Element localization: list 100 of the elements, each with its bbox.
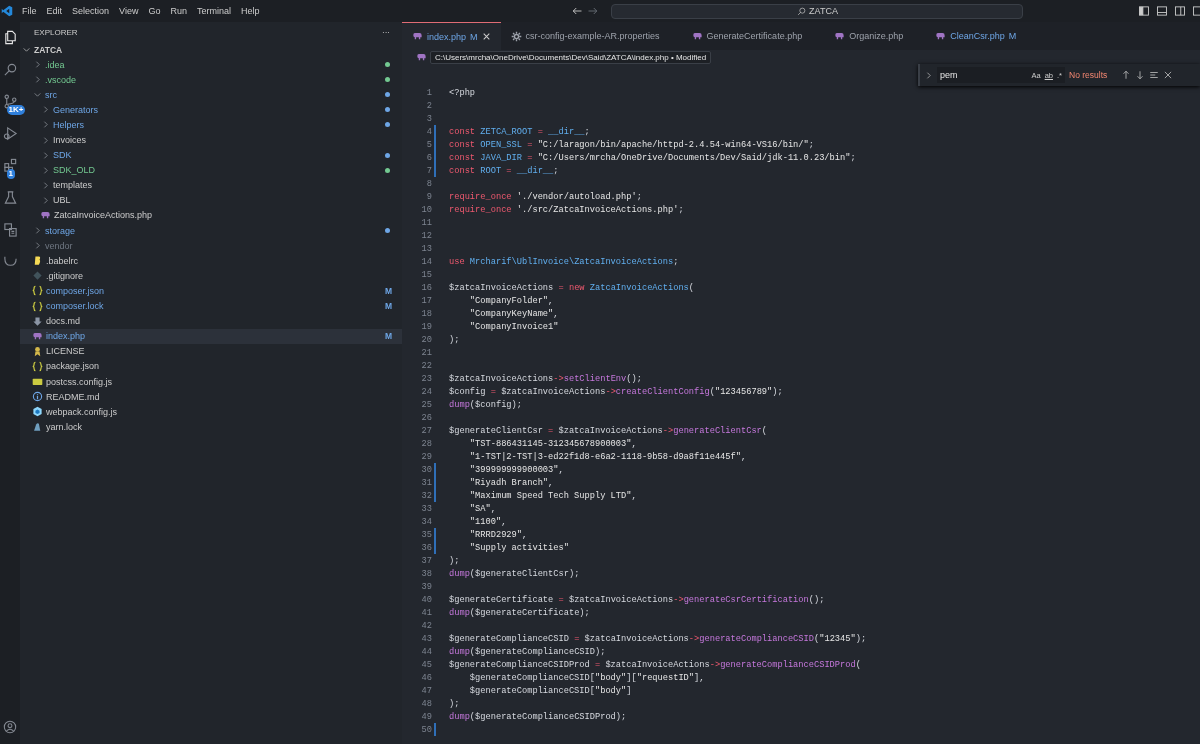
menu-item[interactable]: File [17,6,42,16]
close-icon[interactable] [1163,70,1174,80]
folder-name[interactable]: Generators [53,104,99,115]
line-number: 2 [425,100,432,111]
folder-name[interactable]: Invoices [53,135,87,145]
command-center-search[interactable]: ZATCA [611,3,1024,19]
elephant-icon [691,30,703,42]
expand-chevron-icon[interactable] [924,70,933,80]
file-name[interactable]: webpack.config.js [46,406,118,417]
folder-name[interactable]: .idea [45,59,65,70]
flask-icon[interactable] [2,190,18,205]
braces-icon [32,300,43,312]
file-name[interactable]: docs.md [46,316,80,327]
js-file-icon [32,376,43,387]
workspace-folder[interactable]: ZATCA [20,42,402,57]
notification-count: 1K+ [6,105,26,115]
menu-item[interactable]: View [114,6,144,16]
git-status: M [384,301,392,312]
line-number: 25 [420,399,432,410]
code-line: ); [449,698,460,709]
file-name[interactable]: .gitignore [46,270,84,281]
remote-explorer-icon[interactable] [2,222,18,237]
file-name[interactable]: README.md [46,391,100,402]
file-name[interactable]: package.json [46,361,100,372]
folder-name[interactable]: SDK [53,150,72,161]
folder-name[interactable]: UBL [53,195,71,206]
folder-name[interactable]: Helpers [53,119,84,130]
line-number: 47 [420,685,432,696]
elephant-icon [32,330,43,342]
file-name[interactable]: composer.lock [46,301,104,312]
line-number: 18 [420,308,432,319]
line-number: 46 [420,672,432,683]
code-line: "CompanyFolder", [468,295,554,306]
file-name[interactable]: composer.json [46,285,105,296]
folder-name[interactable]: storage [45,225,76,236]
info-icon [32,391,43,403]
search-icon[interactable] [2,62,18,77]
file-name[interactable]: postcss.config.js [46,376,113,387]
babel-icon [32,255,43,267]
menu-item[interactable]: Run [165,6,192,16]
menu-item[interactable]: Edit [41,6,68,16]
code-line: const OPEN_SSL = "C:/laragon/bin/apache/httpd-2.4.54-win64-VS16/bin/"; [449,139,814,150]
folder-name[interactable]: templates [53,180,93,191]
menu-item[interactable]: Selection [67,6,115,16]
line-number: 6 [425,152,432,163]
account-icon[interactable] [3,720,17,734]
source-control-icon[interactable] [2,94,18,109]
code-line: <?php [449,87,476,98]
line-number: 23 [420,373,432,384]
elephant-icon [416,51,427,63]
toggle-sidebar-icon[interactable] [1138,5,1150,17]
line-number: 45 [420,659,432,670]
folder-name[interactable]: .vscode [45,74,77,85]
line-number: 15 [420,269,432,280]
line-number: 14 [420,256,432,267]
find-in-selection-icon[interactable] [1149,70,1160,80]
code-line: $generateClientCsr = $zatcaInvoiceActions->generateClientCsr( [449,425,768,436]
file-name[interactable]: ZatcaInvoiceActions.php [54,210,153,221]
line-number: 1 [425,87,432,98]
toggle-panel-icon[interactable] [1156,5,1168,17]
elephant-icon [40,210,51,221]
code-line: const ROOT = __dir__; [449,165,559,176]
notification-count: 1 [6,169,15,179]
folder-name[interactable]: src [45,89,57,100]
file-name[interactable]: LICENSE [46,346,85,357]
back-arrow-icon[interactable] [571,5,584,17]
files-icon[interactable] [2,30,18,45]
braces-icon [32,360,43,372]
git-status: M [384,285,392,296]
menu-item[interactable]: Help [235,6,265,16]
close-icon[interactable] [481,32,491,41]
file-name[interactable]: .babelrc [46,255,79,266]
code-line: $generateCertificate = $zatcaInvoiceActions->generateCsrCertification(); [449,594,825,605]
next-match-icon[interactable] [1135,70,1146,80]
line-number: 41 [420,607,432,618]
run-debug-icon[interactable] [2,126,18,141]
code-line: "399999999900003", [468,464,564,475]
more-actions[interactable]: ··· [382,27,390,37]
line-number: 48 [420,698,432,709]
editor-tab[interactable]: index.php M [402,22,501,50]
diamond-icon [32,270,43,282]
gear-icon [510,30,522,42]
toggle-secondary-sidebar-icon[interactable] [1174,5,1186,17]
file-name[interactable]: index.php [46,331,86,342]
file-name[interactable]: yarn.lock [46,421,82,432]
download-icon [32,315,43,327]
code-line: const JAVA_DIR = "C:/Users/mrcha/OneDrive/Documents/Dev/Said/jdk-11.0.23/bin"; [449,152,856,163]
folder-name[interactable]: SDK_OLD [53,165,96,176]
menu-item[interactable]: Go [143,6,166,16]
code-line: const ZETCA_ROOT = __dir__; [449,126,590,137]
code-line: ); [449,334,460,345]
code-line: require_once './src/ZatcaInvoiceActions.php'; [449,204,684,215]
line-number: 13 [420,243,432,254]
line-number: 3 [425,113,432,124]
menu-item[interactable]: Terminal [191,6,236,16]
previous-match-icon[interactable] [1121,70,1132,80]
line-number: 22 [420,360,432,371]
code-line: "RRRD2929", [468,529,528,540]
line-number: 36 [420,542,432,553]
line-number: 42 [420,620,432,631]
